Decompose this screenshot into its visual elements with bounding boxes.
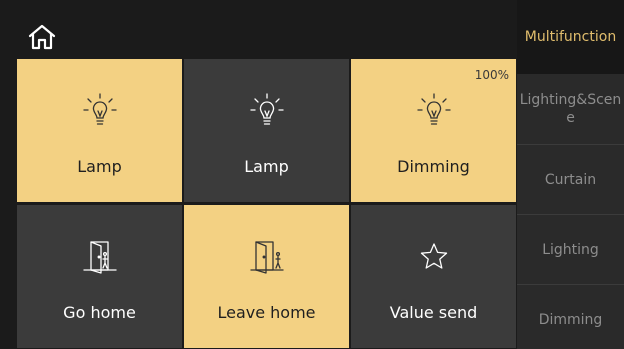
sidebar-item-label: Dimming	[538, 311, 603, 328]
tile-label: Lamp	[244, 157, 289, 176]
door-person-icon	[249, 241, 284, 274]
sidebar-item-label: Curtain	[544, 171, 597, 188]
top-bar	[0, 0, 517, 59]
sidebar-item-lighting-scene[interactable]: Lighting&Scene	[517, 74, 624, 145]
door-person-icon	[82, 241, 117, 274]
tile-label: Leave home	[217, 303, 316, 322]
tile-leave-home[interactable]: Leave home	[184, 205, 349, 348]
tile-value-send[interactable]: Value send	[351, 205, 516, 348]
category-sidebar: Multifunction Lighting&Scene Curtain Lig…	[517, 0, 624, 349]
tile-label: Lamp	[77, 157, 122, 176]
home-button[interactable]	[28, 24, 56, 50]
tile-go-home[interactable]: Go home	[17, 205, 182, 348]
lightbulb-icon	[416, 93, 451, 125]
dimming-level: 100%	[474, 68, 509, 82]
tile-dimming[interactable]: 100% Dimming	[351, 59, 516, 202]
sidebar-item-multifunction[interactable]: Multifunction	[517, 0, 624, 74]
home-icon	[28, 24, 56, 50]
tile-label: Go home	[63, 303, 136, 322]
lightbulb-icon	[249, 93, 284, 125]
tile-lamp-2[interactable]: Lamp	[184, 59, 349, 202]
lightbulb-icon	[82, 93, 117, 125]
star-icon	[420, 243, 447, 269]
tile-lamp-1[interactable]: Lamp	[17, 59, 182, 202]
sidebar-item-label: Lighting&Scene	[519, 92, 622, 126]
smart-home-panel: Lamp Lamp 100% Dimming Go home Leave hom…	[0, 0, 624, 349]
sidebar-item-label: Multifunction	[524, 29, 617, 45]
sidebar-item-lighting[interactable]: Lighting	[517, 215, 624, 285]
sidebar-item-dimming[interactable]: Dimming	[517, 285, 624, 349]
tile-label: Value send	[389, 303, 478, 322]
tile-label: Dimming	[397, 157, 470, 176]
sidebar-item-curtain[interactable]: Curtain	[517, 145, 624, 215]
sidebar-item-label: Lighting	[542, 241, 599, 258]
